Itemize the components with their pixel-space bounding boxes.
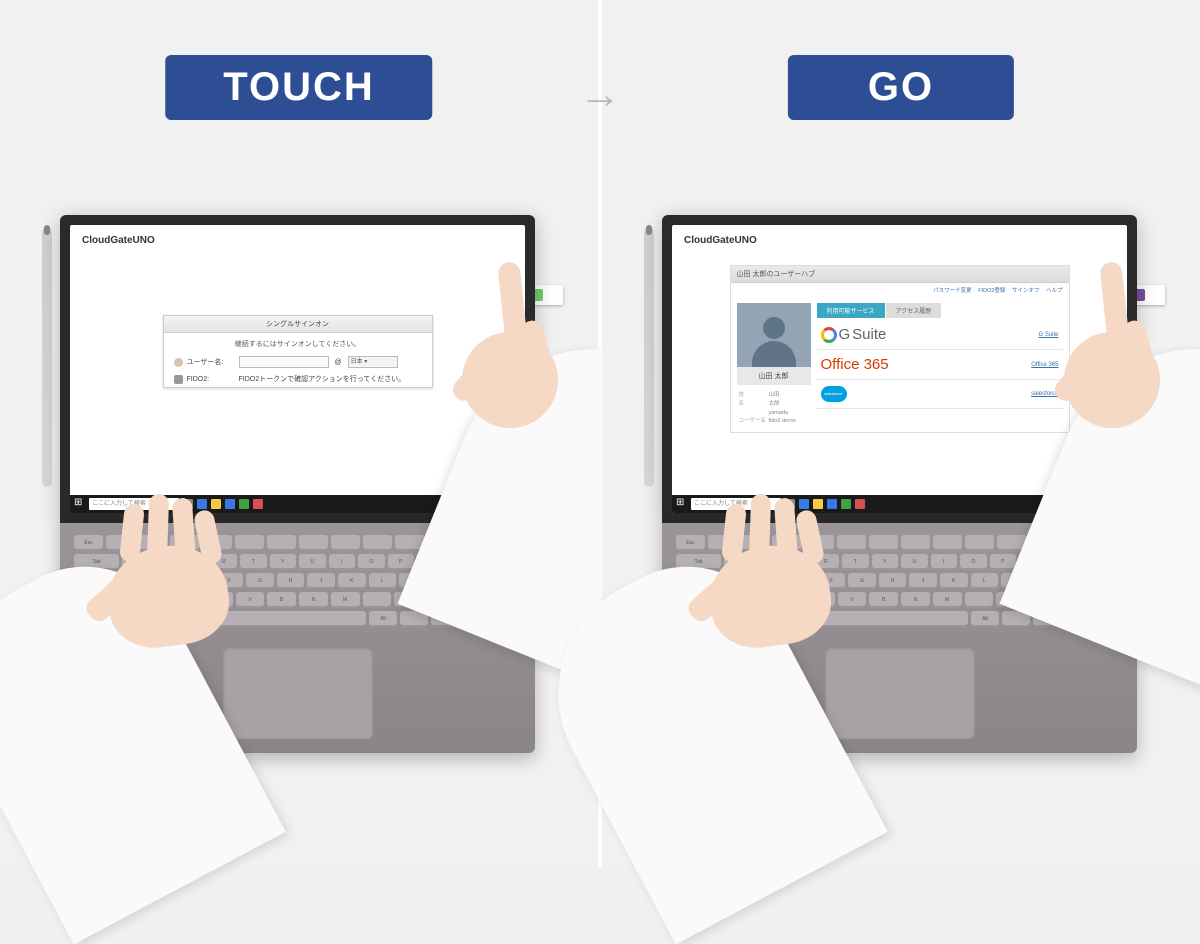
stylus-icon	[644, 227, 654, 487]
app-title: CloudGateUNO	[684, 235, 757, 246]
left-hand	[672, 508, 872, 788]
app-title: CloudGateUNO	[82, 235, 155, 246]
sso-instruction: 継続するにはサインオンしてください。	[164, 333, 432, 353]
right-hand-touching-token	[418, 264, 608, 624]
user-meta: 姓山田 名太郎 yamada ユーザー名fido2.demo	[737, 385, 811, 426]
user-hub: 山田 太郎のユーザーハブ パスワード変更 FIDO2登録 サインオフ ヘルプ	[730, 265, 1070, 433]
hub-links: パスワード変更 FIDO2登録 サインオフ ヘルプ	[731, 283, 1069, 297]
hub-title: 山田 太郎のユーザーハブ	[731, 266, 1069, 283]
badge-touch: TOUCH	[165, 55, 432, 120]
avatar-name: 山田 太郎	[737, 367, 811, 381]
avatar-box: 山田 太郎	[737, 303, 811, 385]
at-symbol: @	[333, 359, 344, 366]
right-hand-pointing	[1020, 264, 1200, 624]
panel-touch: TOUCH CloudGateUNO シングルサインオン 継続するにはサインオン…	[0, 0, 598, 868]
tab-history[interactable]: アクセス履歴	[886, 303, 942, 318]
username-label: ユーザー名:	[187, 357, 235, 367]
sso-title: シングルサインオン	[164, 316, 432, 333]
gsuite-logo-icon: G Suite	[821, 326, 887, 343]
salesforce-logo-icon: salesforce	[821, 386, 847, 402]
tab-services[interactable]: 利用可能サービス	[817, 303, 885, 318]
stylus-icon	[42, 227, 52, 487]
link-password[interactable]: パスワード変更	[933, 288, 972, 294]
link-fido-register[interactable]: FIDO2登録	[978, 288, 1005, 294]
badge-go: GO	[788, 55, 1014, 120]
office365-logo-icon: Office 365	[821, 356, 889, 373]
lock-icon	[174, 375, 183, 384]
domain-select[interactable]: 日本 ▾	[348, 356, 398, 368]
sso-dialog: シングルサインオン 継続するにはサインオンしてください。 ユーザー名: @ 日本…	[163, 315, 433, 388]
username-input[interactable]	[239, 356, 329, 368]
fido-message: FIDO2トークンで確認アクションを行ってください。	[239, 374, 406, 384]
left-hand	[70, 508, 270, 788]
arrow-right-icon: →	[579, 70, 621, 118]
panel-go: GO CloudGateUNO 山田 太郎のユーザーハブ パスワード変更 FID…	[602, 0, 1200, 868]
fido-label: FIDO2:	[187, 376, 235, 383]
avatar-icon	[737, 303, 811, 367]
user-icon	[174, 358, 183, 367]
